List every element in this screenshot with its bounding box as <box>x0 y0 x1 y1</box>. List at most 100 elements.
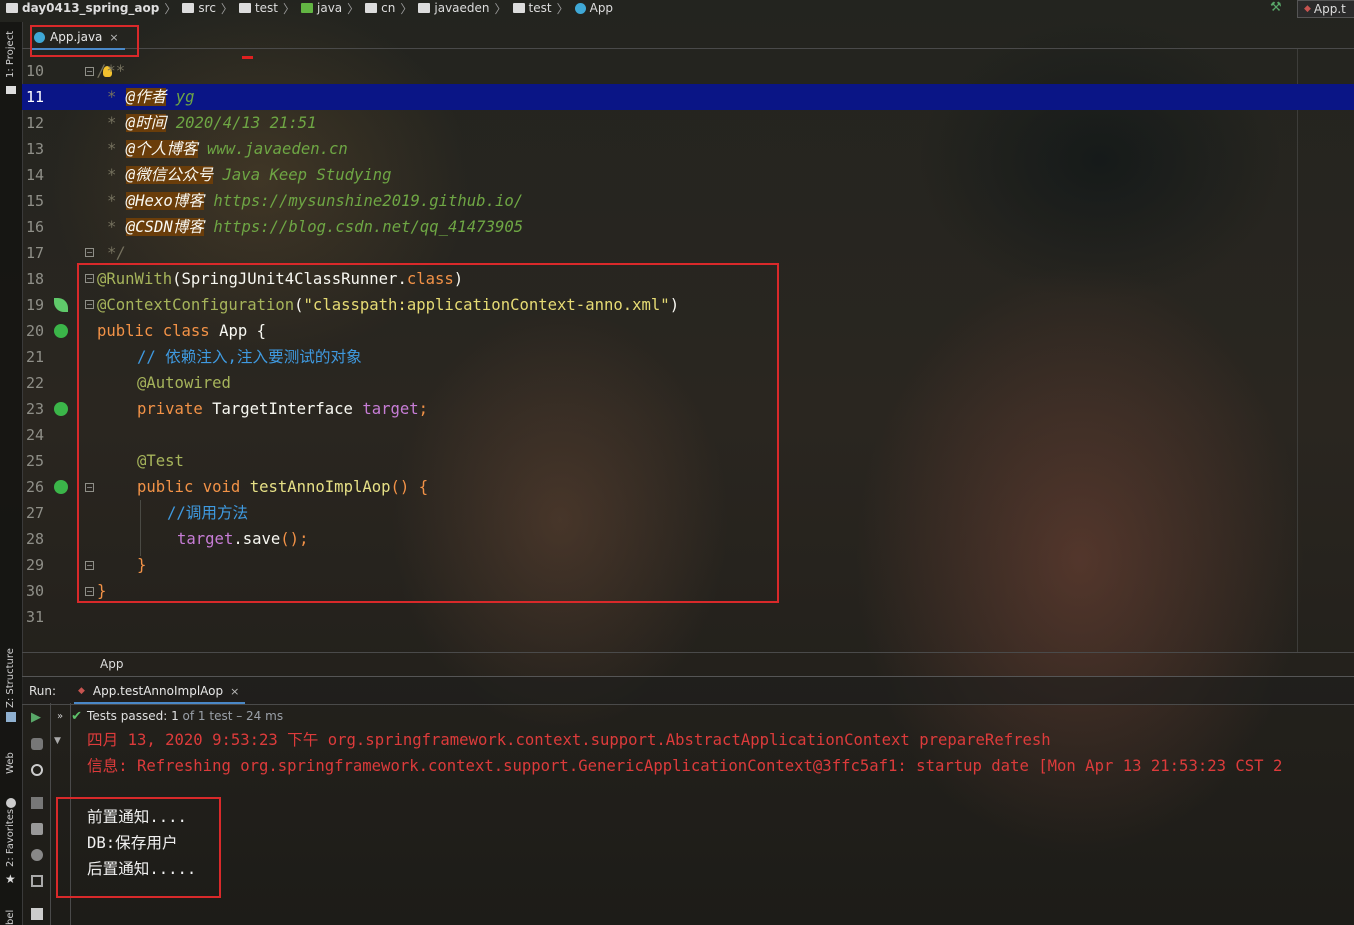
breadcrumb-class[interactable]: App <box>100 657 123 671</box>
breadcrumb-label: test <box>254 1 278 15</box>
chevron-right-icon: 〉 <box>494 1 507 16</box>
run-tab-label: App.testAnnoImplAop <box>92 684 224 698</box>
editor-breadcrumb-bar: App <box>22 652 1354 677</box>
code-line-15[interactable]: * @Hexo博客 https://mysunshine2019.github.… <box>107 188 523 214</box>
line-number: 31 <box>26 608 45 626</box>
status-passed-label: Tests passed: <box>87 709 168 723</box>
settings-gear-icon[interactable] <box>31 849 43 861</box>
annotation-box-code <box>77 263 779 603</box>
doc-star: * <box>107 114 117 132</box>
breadcrumb-src[interactable]: src 〉 <box>176 0 233 16</box>
check-icon: ✔ <box>71 708 83 724</box>
run-test-icon[interactable] <box>54 480 68 494</box>
test-run-icon: ◆ <box>1304 4 1311 14</box>
test-run-icon: ◆ <box>78 686 85 696</box>
fold-toggle-icon[interactable]: − <box>85 248 94 257</box>
breadcrumb-test[interactable]: test 〉 <box>233 0 295 16</box>
breadcrumb-label: javaeden <box>434 1 490 15</box>
star-icon: ★ <box>5 872 16 886</box>
close-icon[interactable]: × <box>230 685 239 698</box>
run-test-icon[interactable] <box>54 324 68 338</box>
annotation-box-output <box>56 797 221 898</box>
doc-value: www.javaeden.cn <box>206 140 348 158</box>
code-line-16[interactable]: * @CSDN博客 https://blog.csdn.net/qq_41473… <box>107 214 523 240</box>
rerun-icon[interactable]: ▶ <box>31 711 43 724</box>
line-number: 15 <box>26 192 45 210</box>
doc-star: * <box>107 88 117 106</box>
line-number: 25 <box>26 452 45 470</box>
right-margin-guide <box>1297 48 1298 652</box>
line-number: 20 <box>26 322 45 340</box>
expand-chevron-icon[interactable]: » <box>57 711 63 722</box>
import-tests-icon[interactable] <box>31 875 43 887</box>
line-number: 21 <box>26 348 45 366</box>
line-number: 16 <box>26 218 45 236</box>
doc-tag: @CSDN博客 <box>125 218 204 236</box>
code-line-11[interactable]: * @作者 yg <box>107 84 195 110</box>
line-number: 22 <box>26 374 45 392</box>
stop-icon[interactable] <box>31 797 43 809</box>
web-globe-icon <box>6 798 16 808</box>
line-number: 28 <box>26 530 45 548</box>
chevron-right-icon: 〉 <box>556 1 569 16</box>
chevron-right-icon: 〉 <box>282 1 295 16</box>
class-icon <box>574 2 586 14</box>
doc-tag: @作者 <box>125 88 167 106</box>
autowired-navigate-icon[interactable] <box>54 402 68 416</box>
layout-icon[interactable] <box>31 908 43 920</box>
breadcrumb-label: test <box>528 1 552 15</box>
chevron-right-icon: 〉 <box>400 1 413 16</box>
doc-star: * <box>107 218 117 236</box>
line-number: 13 <box>26 140 45 158</box>
doc-tag: @微信公众号 <box>125 166 214 184</box>
package-icon <box>365 3 378 13</box>
console-log-line: 四月 13, 2020 9:53:23 下午 org.springframewo… <box>87 731 1051 749</box>
line-number: 11 <box>26 88 45 106</box>
console-log-line: 信息: Refreshing org.springframework.conte… <box>87 757 1283 775</box>
code-line-12[interactable]: * @时间 2020/4/13 21:51 <box>107 110 317 136</box>
bookmark-tool-button[interactable]: bel <box>5 910 16 925</box>
breadcrumb-app[interactable]: App <box>569 0 613 16</box>
structure-tool-button[interactable]: Z: Structure <box>5 648 16 708</box>
camera-icon[interactable] <box>31 823 43 835</box>
breadcrumb-cn[interactable]: cn 〉 <box>359 0 412 16</box>
fold-toggle-icon[interactable]: − <box>85 67 94 76</box>
doc-open: /** <box>97 62 126 80</box>
breadcrumb-javaeden[interactable]: javaeden 〉 <box>412 0 507 16</box>
doc-tag: @个人博客 <box>125 140 198 158</box>
navigation-bar: day0413_spring_aop 〉 src 〉 test 〉 java 〉 cn 〉… <box>0 0 1354 16</box>
code-line-14[interactable]: * @微信公众号 Java Keep Studying <box>107 162 392 188</box>
doc-value: https://blog.csdn.net/qq_41473905 <box>213 218 524 236</box>
build-hammer-icon[interactable]: ⚒ <box>1270 0 1282 15</box>
toggle-auto-test-icon[interactable] <box>31 764 43 776</box>
run-configuration-label: App.t <box>1313 2 1346 16</box>
breadcrumb-label: src <box>198 1 216 15</box>
project-tool-button[interactable]: 1: Project <box>5 31 16 78</box>
breadcrumb-project[interactable]: day0413_spring_aop 〉 <box>0 0 176 16</box>
rerun-failed-icon[interactable] <box>31 738 43 750</box>
breadcrumb-label: cn <box>381 1 396 15</box>
expand-down-icon[interactable]: ▼ <box>54 736 61 746</box>
doc-value: yg <box>175 88 195 106</box>
run-configuration-select[interactable]: ◆ App.t <box>1297 0 1354 18</box>
code-line-10[interactable]: /** <box>97 58 125 84</box>
structure-icon <box>6 712 16 722</box>
current-line-highlight <box>22 84 1354 110</box>
code-line-13[interactable]: * @个人博客 www.javaeden.cn <box>107 136 348 162</box>
web-tool-button[interactable]: Web <box>5 752 16 774</box>
status-count: 1 <box>171 709 179 723</box>
breadcrumb-test-pkg[interactable]: test 〉 <box>507 0 569 16</box>
favorites-tool-button[interactable]: 2: Favorites <box>5 809 16 867</box>
breadcrumb-label: App <box>589 1 614 15</box>
line-number: 19 <box>26 296 45 314</box>
line-number: 30 <box>26 582 45 600</box>
doc-value: 2020/4/13 21:51 <box>175 114 317 132</box>
line-number: 17 <box>26 244 45 262</box>
run-label: Run: <box>29 684 57 698</box>
breadcrumb-java[interactable]: java 〉 <box>295 0 359 16</box>
error-stripe-marker[interactable] <box>242 56 253 59</box>
folder-icon <box>182 3 195 13</box>
tab-run-configuration[interactable]: ◆ App.testAnnoImplAop × <box>74 680 246 704</box>
doc-value: https://mysunshine2019.github.io/ <box>213 192 524 210</box>
line-number: 24 <box>26 426 45 444</box>
